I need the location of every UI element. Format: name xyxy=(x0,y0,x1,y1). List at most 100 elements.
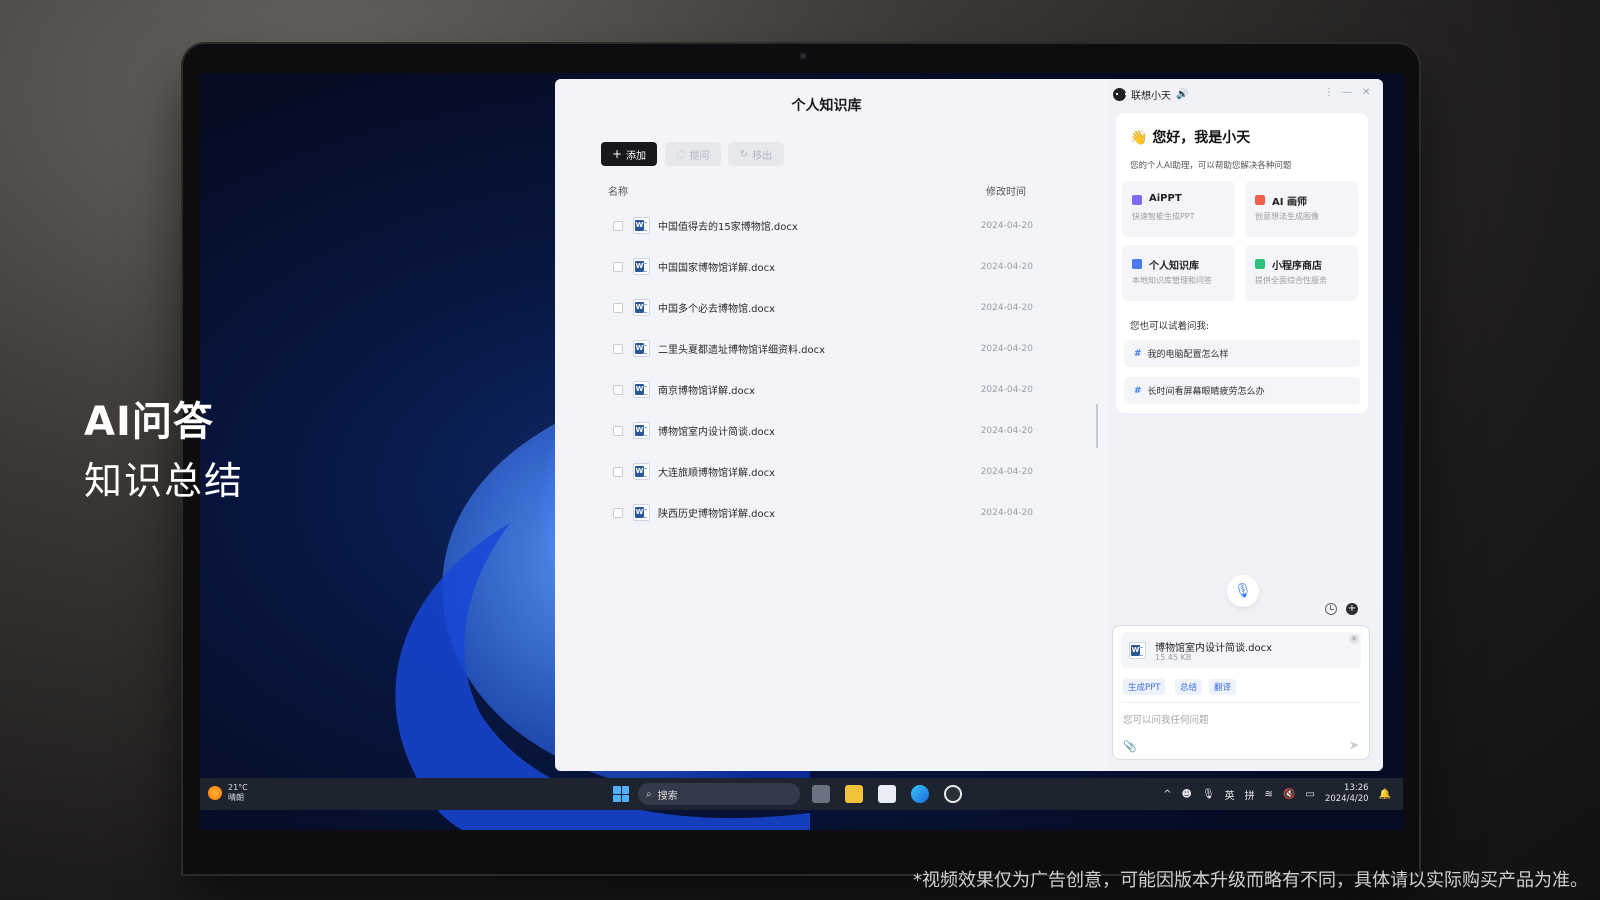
search-icon: ⌕ xyxy=(646,788,652,800)
suggestion-item[interactable]: # 长时间看屏幕眼睛疲劳怎么办 xyxy=(1124,377,1360,404)
assistant-panel: 联想小天 🔊 ⋮ — ✕ 👋 您好，我是小天 您的个人AI助理，可以帮助您解决各… xyxy=(1108,79,1383,771)
attachment-card[interactable]: 博物馆室内设计简谈.docx 15.45 KB ✕ xyxy=(1121,632,1361,668)
file-row[interactable]: 陕西历史博物馆详解.docx 2024-04-20 xyxy=(601,492,1045,533)
file-row[interactable]: 博物馆室内设计简谈.docx 2024-04-20 xyxy=(601,410,1045,451)
file-row[interactable]: 南京博物馆详解.docx 2024-04-20 xyxy=(601,369,1045,410)
store-icon xyxy=(1255,259,1265,269)
greeting-title: 👋 您好，我是小天 xyxy=(1130,127,1250,147)
tile-subtitle: 快速智能生成PPT xyxy=(1132,212,1195,221)
remove-button-label: 移出 xyxy=(752,150,773,162)
battery-icon[interactable]: ▭ xyxy=(1306,789,1315,800)
row-checkbox[interactable] xyxy=(613,343,623,354)
row-checkbox[interactable] xyxy=(613,220,623,231)
remove-attachment-icon[interactable]: ✕ xyxy=(1349,634,1359,644)
file-date: 2024-04-20 xyxy=(980,507,1033,518)
promo-title: AI问答 xyxy=(84,399,214,445)
tile-ai-painter[interactable]: AI 画师 创意想法生成图像 xyxy=(1245,181,1358,237)
chip-translate[interactable]: 翻译 xyxy=(1209,679,1237,695)
assistant-app-icon[interactable] xyxy=(944,785,962,803)
promo-subtitle: 知识总结 xyxy=(84,459,245,503)
file-date: 2024-04-20 xyxy=(980,302,1033,313)
row-checkbox[interactable] xyxy=(613,425,623,436)
chip-generate-ppt[interactable]: 生成PPT xyxy=(1123,679,1166,695)
file-row[interactable]: 大连旅顺博物馆详解.docx 2024-04-20 xyxy=(601,451,1045,492)
ime-english[interactable]: 英 xyxy=(1225,787,1235,802)
page-title: 个人知识库 xyxy=(791,98,862,114)
plus-icon: + xyxy=(611,147,623,161)
tile-subtitle: 提供全面综合性服务 xyxy=(1255,276,1327,285)
file-name: 二里头夏都遗址博物馆详细资料.docx xyxy=(658,345,826,356)
file-name: 南京博物馆详解.docx xyxy=(658,386,756,397)
close-icon[interactable]: ✕ xyxy=(1362,87,1370,98)
clock[interactable]: 13:26 2024/4/20 xyxy=(1325,783,1369,805)
column-header-name[interactable]: 名称 xyxy=(608,183,628,198)
file-row[interactable]: 中国国家博物馆详解.docx 2024-04-20 xyxy=(601,246,1045,287)
chat-input[interactable]: 您可以问我任何问题 xyxy=(1123,712,1209,726)
file-explorer-icon[interactable] xyxy=(845,785,863,803)
tile-aippt[interactable]: AiPPT 快速智能生成PPT xyxy=(1122,181,1235,237)
task-view-icon[interactable] xyxy=(812,785,830,803)
more-icon[interactable]: ⋮ xyxy=(1324,87,1334,98)
file-date: 2024-04-20 xyxy=(980,384,1033,395)
windows-start-icon[interactable] xyxy=(613,786,629,802)
remove-button[interactable]: ↻ 移出 xyxy=(728,142,784,166)
word-file-icon xyxy=(633,422,650,439)
ask-button-label: 提问 xyxy=(689,150,710,162)
row-checkbox[interactable] xyxy=(613,466,623,477)
minimize-icon[interactable]: — xyxy=(1342,87,1352,98)
speaker-icon[interactable]: 🔊 xyxy=(1176,89,1188,100)
history-icon[interactable] xyxy=(1325,603,1337,615)
file-row[interactable]: 二里头夏都遗址博物馆详细资料.docx 2024-04-20 xyxy=(601,328,1045,369)
tile-title: 个人知识库 xyxy=(1149,261,1199,272)
weather-widget[interactable]: 21°C 晴朗 xyxy=(208,783,248,803)
microphone-button[interactable]: 🎙 xyxy=(1227,575,1259,607)
add-button[interactable]: + 添加 xyxy=(601,142,657,166)
suggestion-text: 长时间看屏幕眼睛疲劳怎么办 xyxy=(1147,387,1265,397)
attachment-name: 博物馆室内设计简谈.docx xyxy=(1155,643,1273,654)
assistant-name: 联想小天 xyxy=(1131,91,1171,102)
row-checkbox[interactable] xyxy=(613,261,623,272)
microphone-tray-icon[interactable]: 🎙 xyxy=(1202,789,1215,800)
tile-title: AI 画师 xyxy=(1272,197,1307,208)
file-row[interactable]: 中国值得去的15家博物馆.docx 2024-04-20 xyxy=(601,205,1045,246)
file-name: 中国国家博物馆详解.docx xyxy=(658,263,776,274)
weather-condition: 晴朗 xyxy=(228,793,244,802)
file-list: 中国值得去的15家博物馆.docx 2024-04-20 中国国家博物馆详解.d… xyxy=(601,205,1045,533)
file-date: 2024-04-20 xyxy=(980,343,1033,354)
chip-summarize[interactable]: 总结 xyxy=(1175,679,1203,695)
clock-time: 13:26 xyxy=(1344,783,1369,793)
add-button-label: 添加 xyxy=(626,150,647,162)
tile-subtitle: 创意想法生成图像 xyxy=(1255,212,1319,221)
ppt-icon xyxy=(1132,195,1142,205)
store-icon[interactable] xyxy=(878,785,896,803)
clock-date: 2024/4/20 xyxy=(1324,794,1369,804)
assistant-avatar-icon xyxy=(1113,88,1127,101)
taskbar-search[interactable]: ⌕ 搜索 xyxy=(638,783,800,805)
volume-muted-icon[interactable]: 🔇 xyxy=(1283,789,1295,800)
notification-bell-icon[interactable]: 🔔 xyxy=(1379,789,1391,800)
send-icon[interactable]: ➤ xyxy=(1349,738,1359,752)
try-asking-label: 您也可以试着问我: xyxy=(1130,321,1210,332)
wifi-icon[interactable]: ≋ xyxy=(1265,789,1273,800)
chevron-up-icon[interactable]: ^ xyxy=(1163,789,1171,800)
welcome-card: 👋 您好，我是小天 您的个人AI助理，可以帮助您解决各种问题 AiPPT 快速智… xyxy=(1116,113,1368,413)
ask-button[interactable]: ◌ 提问 xyxy=(665,142,721,166)
webcam xyxy=(800,53,806,59)
new-chat-icon[interactable]: + xyxy=(1346,603,1358,615)
book-icon xyxy=(1132,259,1142,269)
edge-icon[interactable] xyxy=(911,785,929,803)
scrollbar[interactable] xyxy=(1096,404,1098,448)
file-name: 大连旅顺博物馆详解.docx xyxy=(658,468,776,479)
assistant-tray-icon[interactable]: ☻ xyxy=(1182,789,1192,800)
row-checkbox[interactable] xyxy=(613,384,623,395)
row-checkbox[interactable] xyxy=(613,302,623,313)
row-checkbox[interactable] xyxy=(613,507,623,518)
tile-knowledge-base[interactable]: 个人知识库 本地知识库管理和问答 xyxy=(1122,245,1235,301)
file-row[interactable]: 中国多个必去博物馆.docx 2024-04-20 xyxy=(601,287,1045,328)
ime-pinyin[interactable]: 拼 xyxy=(1245,787,1255,802)
question-icon: ◌ xyxy=(676,148,686,160)
suggestion-item[interactable]: # 我的电脑配置怎么样 xyxy=(1124,340,1360,367)
tile-mini-app-store[interactable]: 小程序商店 提供全面综合性服务 xyxy=(1245,245,1358,301)
attach-icon[interactable]: 📎 xyxy=(1123,740,1137,753)
column-header-modified[interactable]: 修改时间 xyxy=(986,183,1026,198)
